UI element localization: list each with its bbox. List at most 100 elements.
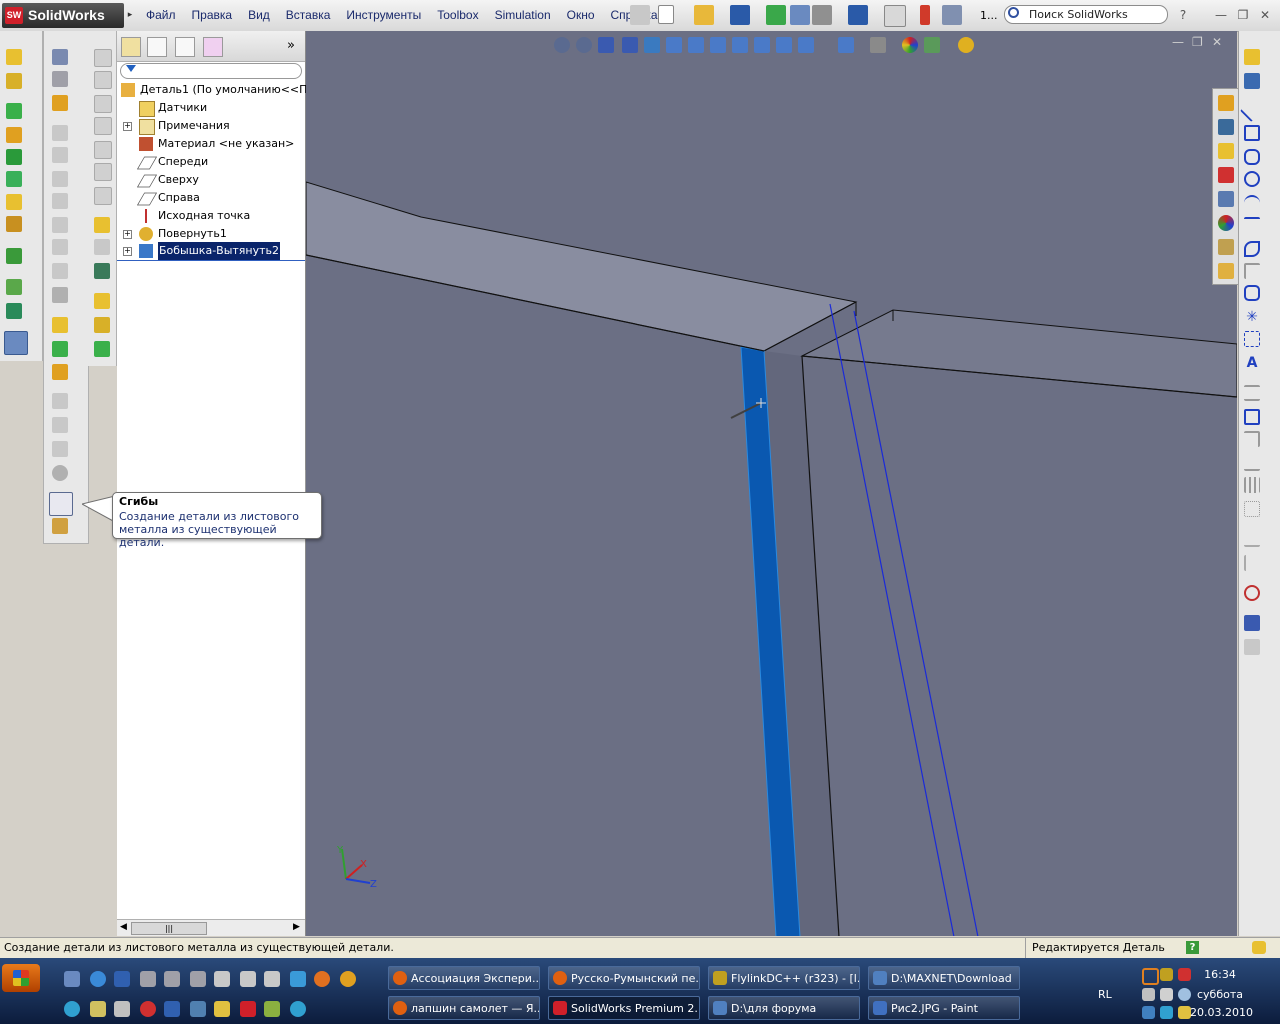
sheet-metal-tab-icon[interactable] bbox=[4, 331, 28, 355]
display-style-2-icon[interactable] bbox=[688, 37, 704, 53]
extrude-sheet-icon[interactable] bbox=[52, 518, 68, 534]
display-relations-icon[interactable] bbox=[1244, 531, 1260, 547]
tree-item-front-plane[interactable]: Спереди bbox=[117, 153, 305, 171]
menu-view[interactable]: Вид bbox=[240, 0, 278, 31]
task-button-1[interactable]: Ассоциация Экспери... bbox=[388, 966, 540, 990]
design-library-icon[interactable] bbox=[1218, 119, 1234, 135]
menu-file[interactable]: Файл bbox=[138, 0, 184, 31]
task-button-4[interactable]: D:\MAXNET\Download bbox=[868, 966, 1020, 990]
display-style-4-icon[interactable] bbox=[732, 37, 748, 53]
view-cube-2-icon[interactable] bbox=[94, 71, 112, 89]
quicklaunch-icon-16[interactable] bbox=[140, 1001, 156, 1017]
appearances-icon[interactable] bbox=[1218, 215, 1234, 231]
insert-bends-icon[interactable] bbox=[49, 492, 73, 516]
network-icon[interactable] bbox=[1160, 1006, 1173, 1019]
tree-item-material[interactable]: Материал <не указан> bbox=[117, 135, 305, 153]
text-icon[interactable]: A bbox=[1244, 355, 1260, 371]
solidworks-logo[interactable]: SW SolidWorks bbox=[2, 3, 124, 28]
expander-icon[interactable]: + bbox=[123, 247, 132, 256]
viewport-minimize-icon[interactable]: — bbox=[1172, 35, 1184, 49]
arc-icon[interactable] bbox=[1244, 195, 1260, 211]
point-icon[interactable]: ✳ bbox=[1244, 309, 1260, 325]
quicklaunch-icon-21[interactable] bbox=[264, 1001, 280, 1017]
component-icon[interactable] bbox=[94, 317, 110, 333]
quicklaunch-icon-6[interactable] bbox=[190, 971, 206, 987]
tray-icon-1[interactable] bbox=[1142, 968, 1159, 985]
edit-appearance-icon[interactable] bbox=[870, 37, 886, 53]
sketched-bend-icon[interactable] bbox=[52, 217, 68, 233]
flatten-icon[interactable] bbox=[52, 364, 68, 380]
toolbar-more-label[interactable]: 1... bbox=[980, 9, 998, 22]
tree-item-revolve1[interactable]: + Повернуть1 bbox=[117, 225, 305, 243]
tree-horizontal-scrollbar[interactable]: ◀ ||| ▶ bbox=[117, 919, 305, 936]
quicklaunch-icon-18[interactable] bbox=[190, 1001, 206, 1017]
tray-icon-2[interactable] bbox=[1160, 968, 1173, 981]
display-style-6-icon[interactable] bbox=[776, 37, 792, 53]
base-flange-icon[interactable] bbox=[52, 49, 68, 65]
rib-icon[interactable] bbox=[6, 279, 22, 295]
property-manager-tab-icon[interactable] bbox=[147, 37, 167, 57]
fold-icon[interactable] bbox=[52, 341, 68, 357]
rebuild-traffic-light-icon[interactable] bbox=[920, 5, 930, 25]
menu-toolbox[interactable]: Toolbox bbox=[429, 0, 486, 31]
expand-panel-icon[interactable]: » bbox=[287, 38, 295, 53]
tree-item-annotations[interactable]: + Примечания bbox=[117, 117, 305, 135]
lofted-boss-icon[interactable] bbox=[6, 127, 22, 143]
lofted-bend-icon[interactable] bbox=[52, 95, 68, 111]
quicklaunch-icon-1[interactable] bbox=[64, 971, 80, 987]
tree-item-top-plane[interactable]: Сверху bbox=[117, 171, 305, 189]
feature-manager-tab-icon[interactable] bbox=[121, 37, 141, 57]
solidworks-quicklaunch-icon[interactable] bbox=[240, 1001, 256, 1017]
smart-dimension-icon[interactable] bbox=[1244, 73, 1260, 89]
quicklaunch-icon-17[interactable] bbox=[164, 1001, 180, 1017]
sketch-fillet-icon[interactable] bbox=[1244, 263, 1260, 279]
spline-icon[interactable] bbox=[1244, 217, 1260, 233]
quicklaunch-icon-4[interactable] bbox=[140, 971, 156, 987]
extruded-cut-icon[interactable] bbox=[6, 149, 22, 165]
tree-filter-input[interactable] bbox=[120, 63, 302, 79]
cross-break-icon[interactable] bbox=[52, 239, 68, 255]
task-button-8[interactable]: Рис2.JPG - Paint bbox=[868, 996, 1020, 1020]
zoom-to-area-icon[interactable] bbox=[576, 37, 592, 53]
menu-edit[interactable]: Правка bbox=[184, 0, 241, 31]
language-indicator[interactable]: RL bbox=[1098, 988, 1112, 1001]
menu-simulation[interactable]: Simulation bbox=[487, 0, 559, 31]
tree-item-sensors[interactable]: Датчики bbox=[117, 99, 305, 117]
task-button-solidworks[interactable]: SolidWorks Premium 2... bbox=[548, 996, 700, 1020]
revolved-cut-icon[interactable] bbox=[6, 171, 22, 187]
forum-icon[interactable] bbox=[1218, 263, 1234, 279]
vent-icon[interactable] bbox=[52, 441, 68, 457]
swept-boss-icon[interactable] bbox=[6, 103, 22, 119]
search-icon[interactable] bbox=[1008, 7, 1019, 18]
options-icon[interactable] bbox=[790, 5, 810, 25]
save-icon[interactable] bbox=[730, 5, 750, 25]
slot-icon[interactable] bbox=[1244, 149, 1260, 165]
volume-icon[interactable] bbox=[1160, 988, 1173, 1001]
file-explorer-icon[interactable] bbox=[1218, 143, 1234, 159]
pin-icon[interactable] bbox=[630, 5, 650, 25]
display-style-3-icon[interactable] bbox=[710, 37, 726, 53]
quicklaunch-icon-5[interactable] bbox=[164, 971, 180, 987]
welded-corner-icon[interactable] bbox=[52, 287, 68, 303]
trim-icon[interactable] bbox=[1244, 385, 1260, 401]
file-properties-icon[interactable] bbox=[942, 5, 962, 25]
quick-help-icon[interactable]: ? bbox=[1186, 941, 1199, 954]
quick-snaps-icon[interactable] bbox=[1244, 585, 1260, 601]
viewport-restore-icon[interactable]: ❐ bbox=[1192, 35, 1203, 49]
clock-time[interactable]: 16:34 bbox=[1190, 968, 1250, 981]
quicklaunch-icon-10[interactable] bbox=[290, 971, 306, 987]
view-orientation-icon[interactable] bbox=[644, 37, 660, 53]
scroll-thumb[interactable]: ||| bbox=[131, 922, 207, 935]
zoom-to-fit-icon[interactable] bbox=[554, 37, 570, 53]
scroll-left-icon[interactable]: ◀ bbox=[120, 922, 127, 932]
line-icon[interactable] bbox=[1239, 97, 1265, 123]
chart-icon[interactable] bbox=[94, 341, 110, 357]
view-cube-7-icon[interactable] bbox=[94, 187, 112, 205]
new-document-icon[interactable] bbox=[658, 5, 674, 24]
expander-icon[interactable]: + bbox=[123, 122, 132, 131]
mirror-icon[interactable] bbox=[1244, 455, 1260, 471]
no-bends-icon[interactable] bbox=[52, 393, 68, 409]
view-cube-5-icon[interactable] bbox=[94, 141, 112, 159]
closed-corner-icon[interactable] bbox=[52, 263, 68, 279]
display-style-5-icon[interactable] bbox=[754, 37, 770, 53]
